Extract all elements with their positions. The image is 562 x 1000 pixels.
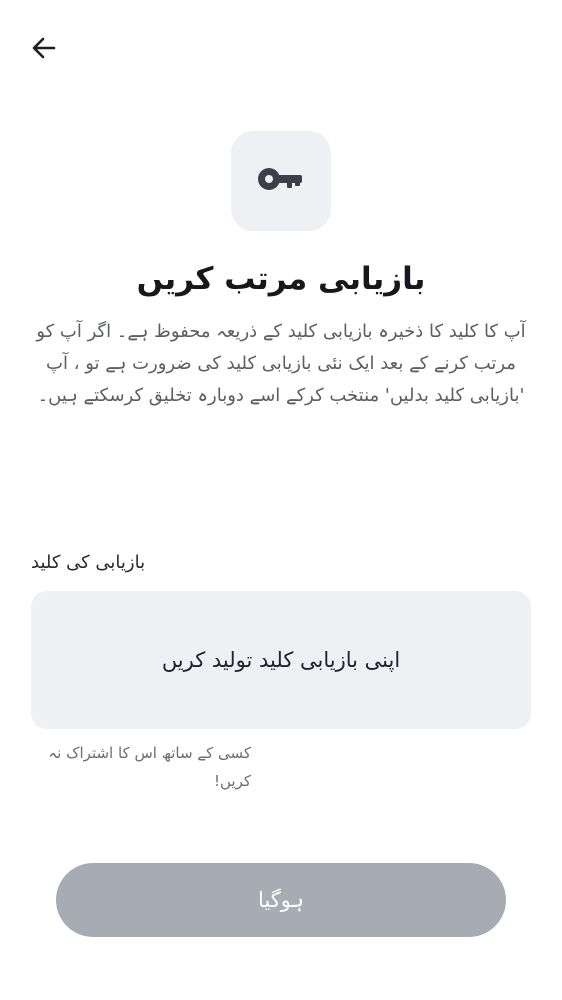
- setup-recovery-screen: بازیابی مرتب کریں آپ کا کلید کا ذخیرہ با…: [0, 0, 562, 1000]
- key-icon: [257, 164, 305, 198]
- page-title: بازیابی مرتب کریں: [136, 261, 426, 297]
- generate-recovery-key-label: اپنی بازیابی کلید تولید کریں: [161, 648, 401, 672]
- key-icon-tile: [231, 131, 331, 231]
- share-warning-text: کسی کے ساتھ اس کا اشتراک نہ کریں!: [48, 744, 251, 790]
- back-button[interactable]: [24, 30, 64, 70]
- generate-recovery-key-button[interactable]: اپنی بازیابی کلید تولید کریں: [31, 591, 531, 729]
- recovery-key-label: بازیابی کی کلید: [31, 552, 146, 573]
- description-text: آپ کا کلید کا ذخیرہ بازیابی کلید کے ذریع…: [36, 321, 526, 406]
- done-button-label: ہوگیا: [258, 888, 304, 912]
- arrow-left-icon: [30, 34, 58, 66]
- done-button[interactable]: ہوگیا: [56, 863, 506, 937]
